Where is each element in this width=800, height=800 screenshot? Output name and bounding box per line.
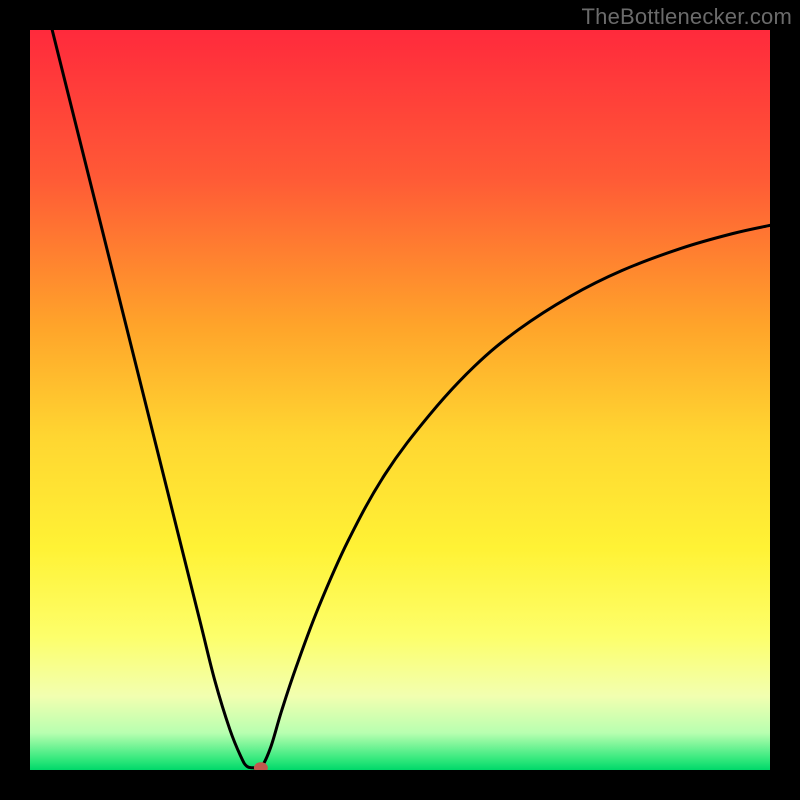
chart-frame: TheBottlenecker.com bbox=[0, 0, 800, 800]
bottleneck-curve-chart bbox=[30, 30, 770, 770]
attribution-text: TheBottlenecker.com bbox=[582, 4, 792, 30]
gradient-background bbox=[30, 30, 770, 770]
plot-area bbox=[30, 30, 770, 770]
